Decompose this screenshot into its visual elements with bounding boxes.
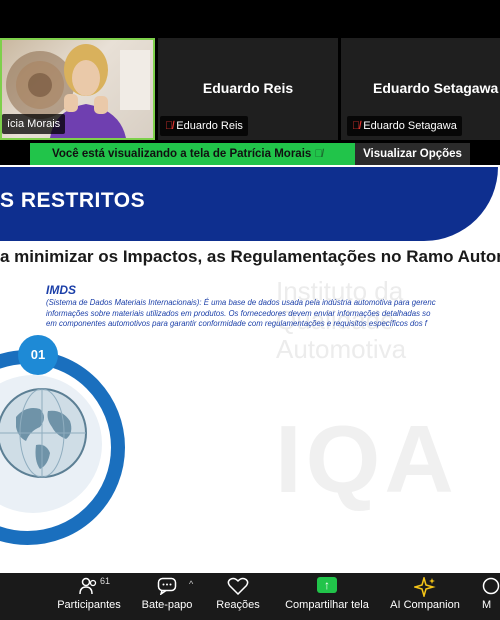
section-paragraph: (Sistema de Dados Materiais Internaciona…: [46, 298, 436, 329]
participant-display-name: Eduardo Reis: [202, 80, 294, 96]
mic-muted-icon: 🎙̸: [165, 120, 174, 132]
video-tile-eduardo-reis[interactable]: Eduardo Reis 🎙̸ Eduardo Reis: [158, 38, 338, 140]
more-icon: [482, 573, 500, 599]
globe-icon: [0, 388, 87, 478]
more-button[interactable]: M: [482, 573, 500, 620]
shared-slide: S RESTRITOS a minimizar os Impactos, as …: [0, 165, 500, 573]
slide-subtitle: a minimizar os Impactos, as Regulamentaç…: [0, 247, 500, 266]
share-screen-button[interactable]: ↑ Compartilhar tela: [280, 573, 374, 620]
participant-display-name: Eduardo Setagawa: [373, 80, 499, 96]
sparkle-icon: [384, 573, 466, 599]
watermark-logo: IQA: [275, 406, 458, 513]
slide-title: S RESTRITOS: [0, 189, 146, 212]
screen-share-banner: Você está visualizando a tela de Patríci…: [30, 143, 355, 165]
video-gallery: ícia Morais Eduardo Reis 🎙̸ Eduardo Reis…: [0, 36, 500, 142]
participant-name-label: 🎙̸ Eduardo Reis: [160, 116, 248, 136]
participant-name-label: ícia Morais: [2, 114, 66, 134]
meeting-toolbar: 61 Participantes Bate-papo ^ Reações ↑ C…: [0, 573, 500, 620]
share-screen-icon: ↑: [280, 573, 374, 599]
video-tile-eduardo-setagawa[interactable]: Eduardo Setagawa 🎙̸ Eduardo Setagawa: [341, 38, 500, 140]
step-number-badge: 01: [18, 335, 58, 375]
top-bar: [0, 0, 500, 36]
view-options-button[interactable]: Visualizar Opções: [355, 143, 470, 165]
presenter-mic-muted-icon: 🎙̸: [314, 148, 323, 160]
screen-share-bar: Você está visualizando a tela de Patríci…: [0, 143, 500, 165]
participant-name-label: 🎙̸ Eduardo Setagawa: [347, 116, 462, 136]
chevron-up-icon[interactable]: ^: [189, 579, 193, 589]
participants-button[interactable]: 61 Participantes: [50, 573, 128, 620]
video-tile-patricia[interactable]: ícia Morais: [0, 38, 155, 140]
participants-icon: [50, 573, 128, 599]
reactions-button[interactable]: Reações: [210, 573, 266, 620]
mic-muted-icon: 🎙̸: [352, 120, 361, 132]
heart-icon: [210, 573, 266, 599]
ai-companion-button[interactable]: AI Companion: [384, 573, 466, 620]
section-heading: IMDS: [46, 283, 76, 297]
participants-count: 61: [100, 576, 111, 586]
